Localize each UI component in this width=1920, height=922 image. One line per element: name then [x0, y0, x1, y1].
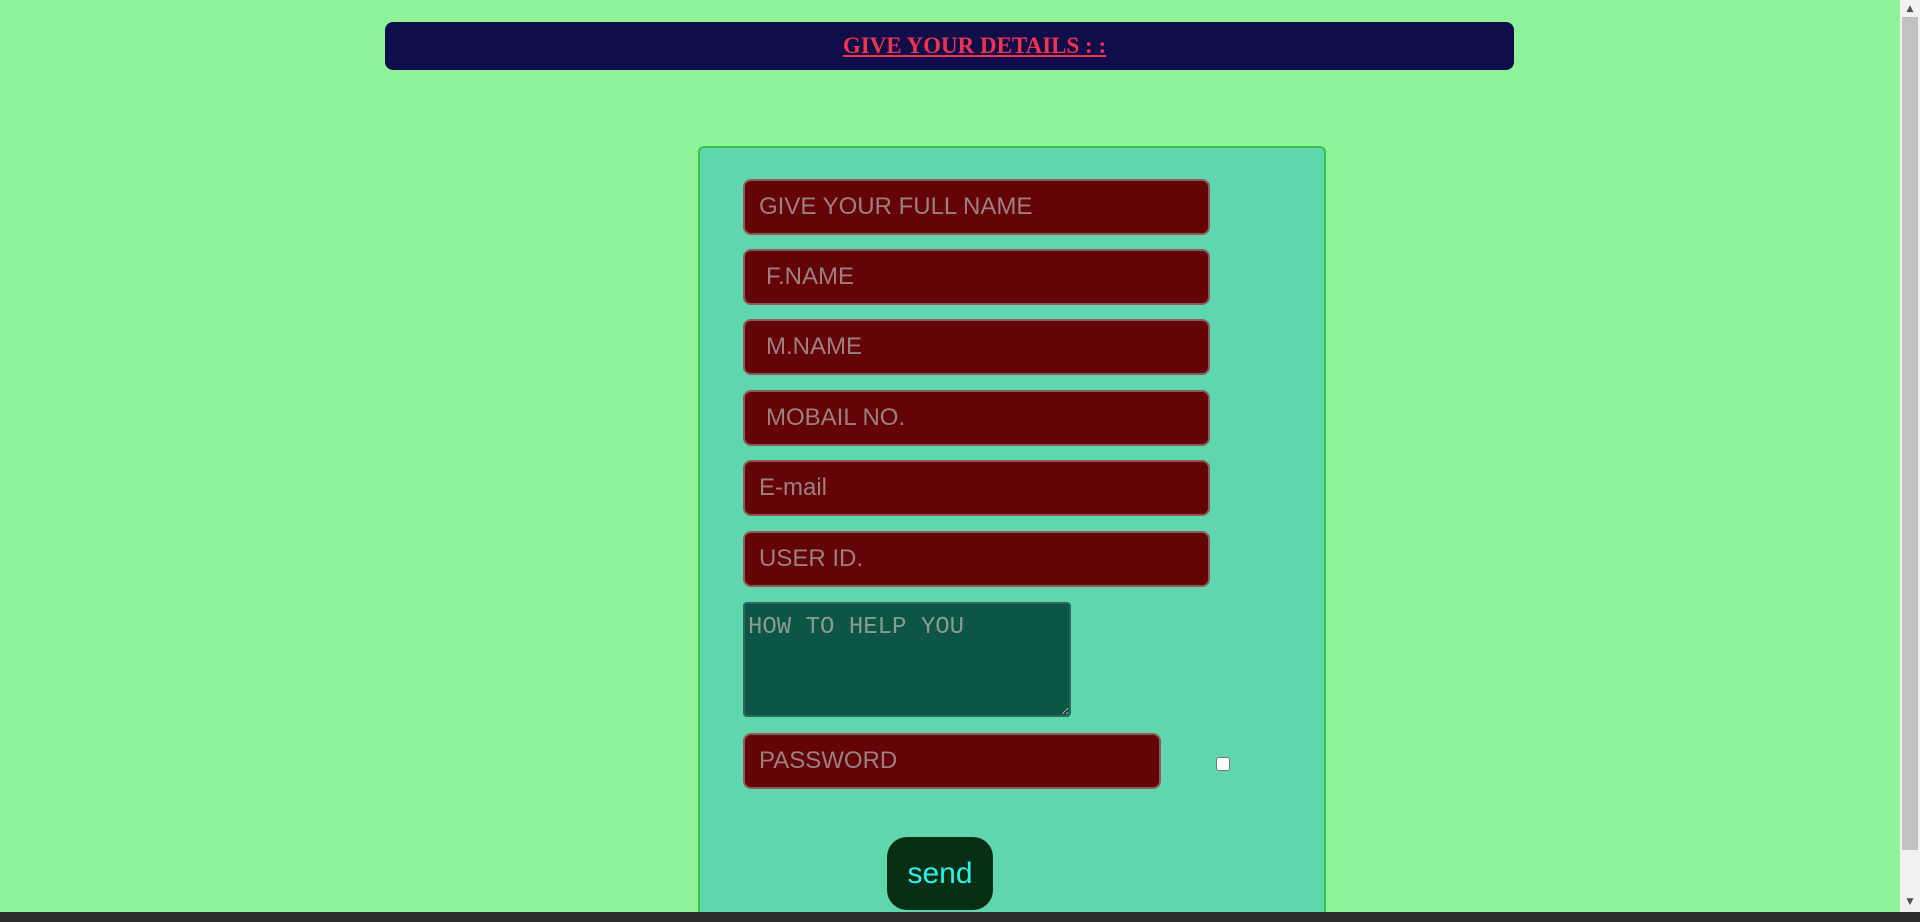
vertical-scrollbar[interactable]: ▲ ▼ [1900, 0, 1920, 922]
header-bar: GIVE YOUR DETAILS : : [385, 22, 1514, 70]
email-input[interactable] [743, 460, 1210, 516]
arrow-down-icon[interactable]: ▼ [1900, 893, 1920, 910]
arrow-up-icon[interactable]: ▲ [1900, 0, 1920, 17]
user-id-input[interactable] [743, 531, 1210, 587]
bottom-edge-strip [0, 912, 1920, 922]
scrollbar-thumb[interactable] [1902, 17, 1918, 850]
help-message-textarea[interactable] [743, 602, 1071, 717]
mother-name-input[interactable] [743, 319, 1210, 375]
show-password-checkbox[interactable] [1216, 757, 1230, 771]
password-input[interactable] [743, 733, 1161, 789]
father-name-input[interactable] [743, 249, 1210, 305]
send-button[interactable]: send [887, 837, 993, 910]
page-title: GIVE YOUR DETAILS : : [842, 33, 1107, 58]
full-name-input[interactable] [743, 179, 1210, 235]
details-form: send [698, 146, 1326, 922]
mobile-number-input[interactable] [743, 390, 1210, 446]
